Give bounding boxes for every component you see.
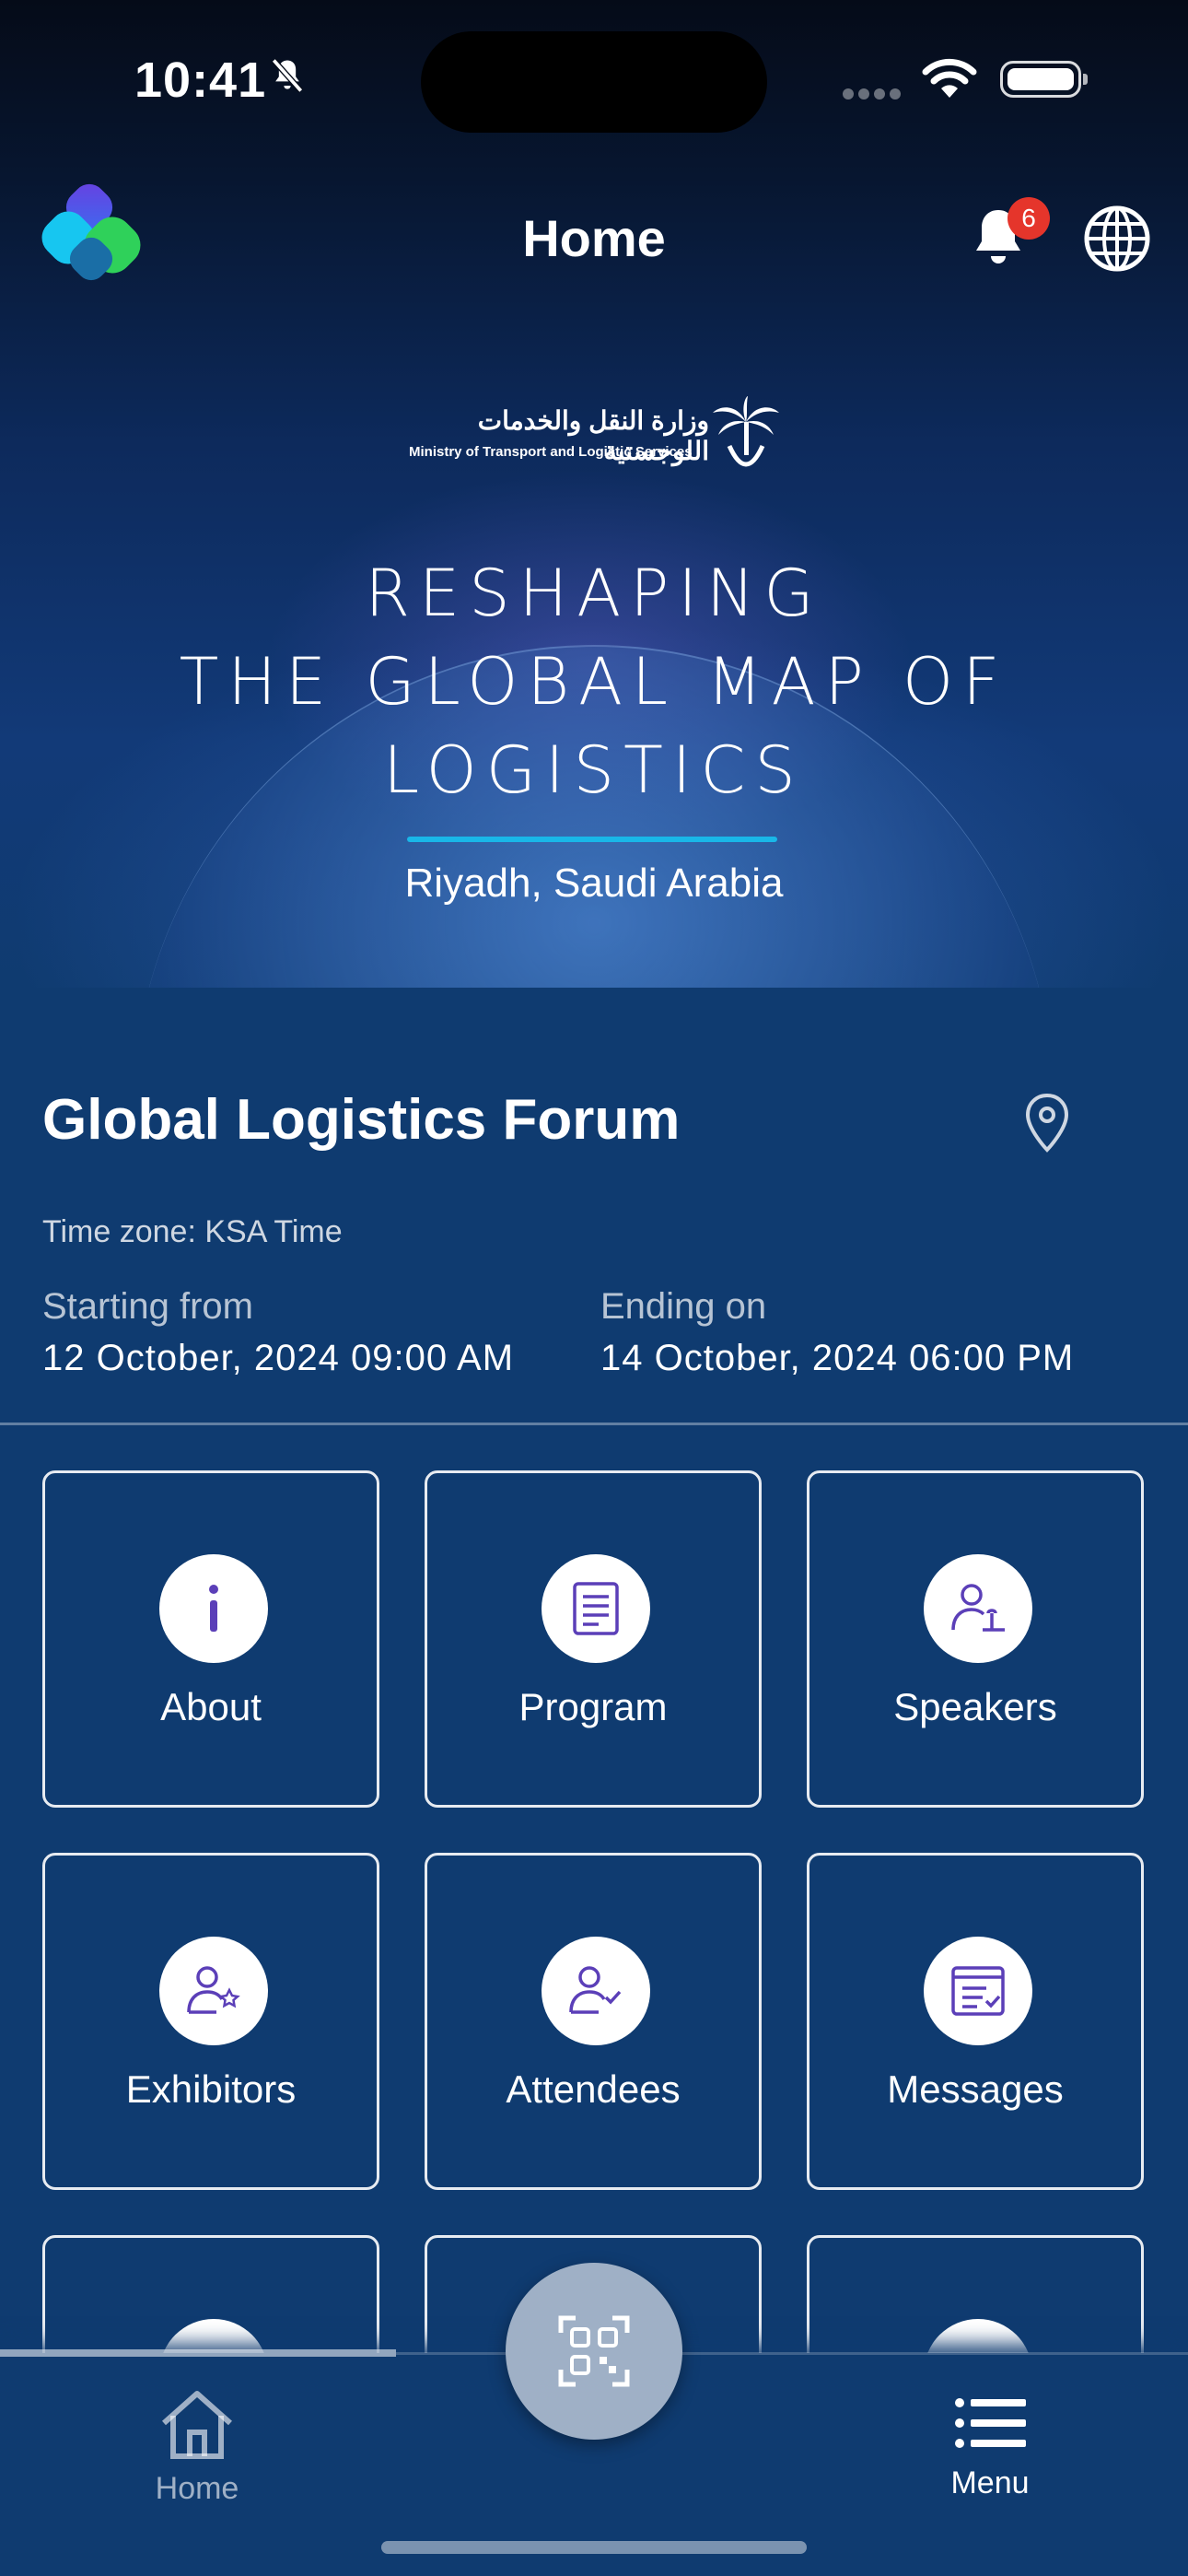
battery-icon [1000, 61, 1088, 98]
tile-messages[interactable]: Messages [807, 1853, 1144, 2190]
nav-menu-label[interactable]: Menu [903, 2465, 1077, 2501]
tile-label: Speakers [893, 1685, 1057, 1728]
silent-bell-icon [271, 58, 304, 93]
headline-line-3: LOGISTICS [383, 732, 805, 808]
dynamic-island [421, 31, 767, 133]
ministry-name-english: Ministry of Transport and Logistic Servi… [409, 444, 693, 460]
nav-home-label[interactable]: Home [111, 2471, 284, 2507]
active-tab-indicator [0, 2349, 396, 2357]
attendee-icon [569, 1966, 622, 2014]
start-label: Starting from [42, 1286, 253, 1327]
tile-label: About [160, 1685, 262, 1728]
tile-attendees[interactable]: Attendees [425, 1853, 762, 2190]
home-indicator [381, 2541, 807, 2554]
home-icon[interactable] [158, 2388, 236, 2462]
exhibitor-icon [187, 1966, 240, 2014]
language-globe-icon[interactable] [1083, 205, 1151, 273]
tile-speakers[interactable]: Speakers [807, 1470, 1144, 1808]
tile-label: Program [518, 1685, 668, 1728]
ministry-logo: وزارة النقل والخدمات اللوجستية Ministry … [405, 394, 783, 483]
status-time: 10:41 [134, 53, 267, 108]
messages-icon [951, 1966, 1005, 2016]
tile-label: Messages [887, 2067, 1064, 2111]
cellular-signal-icon [843, 88, 905, 104]
section-divider [0, 1423, 1188, 1425]
start-value: 12 October, 2024 09:00 AM [42, 1338, 515, 1378]
headline-line-1: RESHAPING [365, 556, 823, 631]
tile-label: Attendees [506, 2067, 681, 2111]
menu-list-icon[interactable] [954, 2397, 1026, 2449]
speaker-icon [951, 1584, 1005, 1632]
banner-headline: RESHAPING THE GLOBAL MAP OF LOGISTICS [0, 549, 1188, 814]
banner-location: Riyadh, Saudi Arabia [404, 861, 784, 906]
tile-about[interactable]: About [42, 1470, 379, 1808]
palm-emblem-icon [713, 396, 779, 467]
qr-code-icon [558, 2315, 630, 2387]
notification-badge: 6 [1007, 197, 1050, 240]
location-pin-icon[interactable] [1024, 1093, 1070, 1153]
qr-scan-button[interactable] [506, 2263, 682, 2440]
end-value: 14 October, 2024 06:00 PM [600, 1338, 1075, 1378]
tile-program[interactable]: Program [425, 1470, 762, 1808]
tile-label: Exhibitors [125, 2067, 297, 2111]
timezone-text: Time zone: KSA Time [42, 1214, 343, 1249]
wifi-icon [922, 58, 977, 98]
document-icon [573, 1582, 619, 1635]
info-icon [209, 1585, 218, 1632]
event-title: Global Logistics Forum [42, 1088, 681, 1152]
tile-exhibitors[interactable]: Exhibitors [42, 1853, 379, 2190]
headline-underline [407, 837, 777, 842]
headline-line-2: THE GLOBAL MAP OF [179, 644, 1009, 720]
end-label: Ending on [600, 1286, 767, 1327]
